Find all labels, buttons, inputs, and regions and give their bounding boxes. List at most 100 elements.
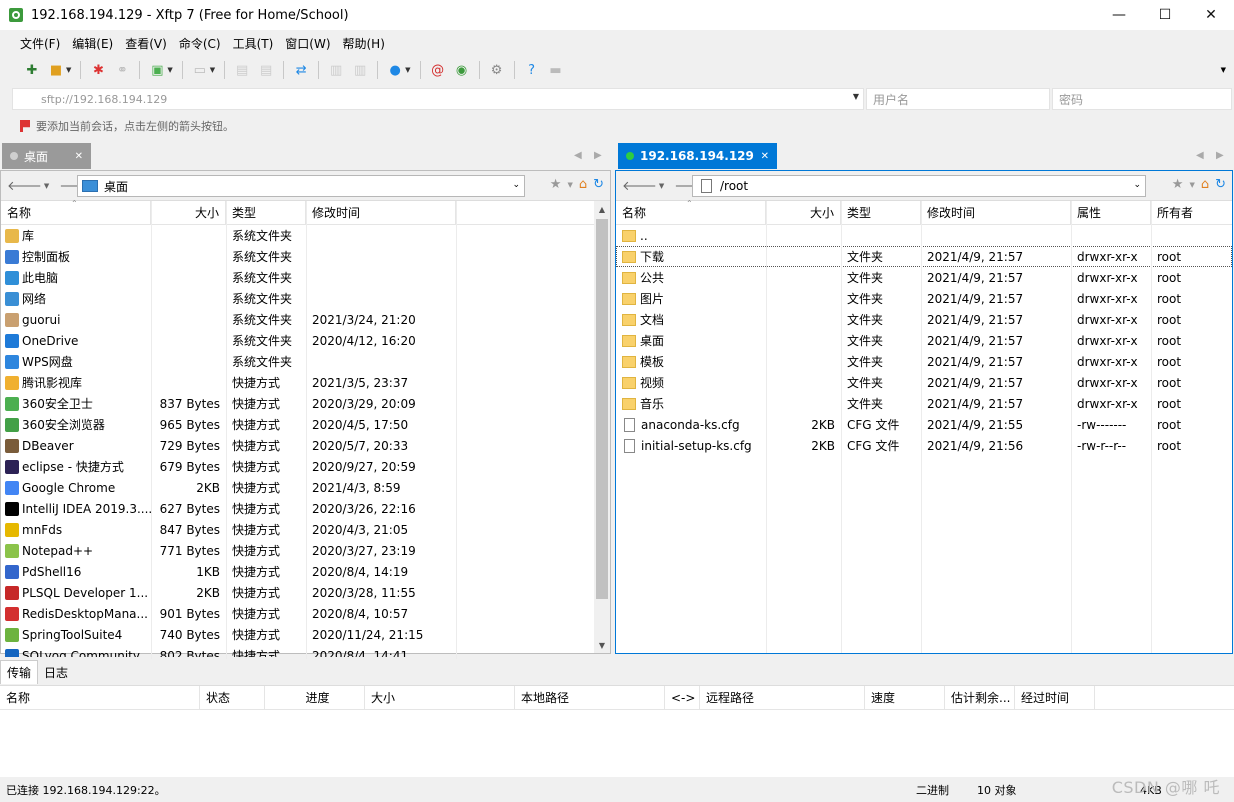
transfer-column-speed[interactable]: 速度	[865, 685, 945, 710]
host-address-input[interactable]: sftp://192.168.194.129 ▼	[12, 88, 864, 110]
table-row[interactable]: 文档 文件夹 2021/4/9, 21:57 drwxr-xr-x root	[616, 309, 1232, 330]
table-row[interactable]: 视频 文件夹 2021/4/9, 21:57 drwxr-xr-x root	[616, 372, 1232, 393]
tab-scroll-left-icon[interactable]: ◀	[574, 150, 582, 161]
menu-window[interactable]: 窗口(W)	[279, 35, 336, 52]
local-scrollbar[interactable]: ▲ ▼	[594, 201, 610, 653]
table-row[interactable]: anaconda-ks.cfg 2KB CFG 文件 2021/4/9, 21:55 -…	[616, 414, 1232, 435]
menu-file[interactable]: 文件(F)	[14, 35, 66, 52]
column-modified[interactable]: 修改时间	[921, 200, 1071, 225]
copy-icon[interactable]: ▥	[327, 61, 345, 79]
table-row[interactable]: 桌面 文件夹 2021/4/9, 21:57 drwxr-xr-x root	[616, 330, 1232, 351]
properties-icon[interactable]: ▤	[233, 61, 251, 79]
back-icon[interactable]: 🡐	[7, 178, 42, 194]
column-size[interactable]: 大小	[151, 200, 226, 225]
view-icon[interactable]: ▤	[257, 61, 275, 79]
transfer-column-status[interactable]: 状态	[200, 685, 265, 710]
chevron-down-icon[interactable]: ⌄	[1133, 180, 1141, 190]
chevron-down-icon[interactable]: ▼	[1189, 181, 1194, 192]
cell-modified: 2020/8/4, 10:57	[312, 606, 409, 621]
file-name: initial-setup-ks.cfg	[641, 438, 752, 453]
close-tab-icon[interactable]: ✕	[75, 151, 83, 162]
transfer-mode[interactable]: 二进制	[916, 782, 949, 798]
maximize-button[interactable]: ☐	[1142, 0, 1188, 30]
column-name[interactable]: 名称 ⌃	[616, 199, 766, 225]
new-session-icon[interactable]: ✚	[23, 61, 41, 79]
local-path-value: 桌面	[104, 179, 129, 194]
table-row[interactable]: 模板 文件夹 2021/4/9, 21:57 drwxr-xr-x root	[616, 351, 1232, 372]
menu-command[interactable]: 命令(C)	[173, 35, 227, 52]
settings-icon[interactable]: ⚙	[488, 61, 506, 79]
chat-icon[interactable]: ▬	[547, 61, 565, 79]
column-type[interactable]: 类型	[226, 200, 306, 225]
table-row[interactable]: ..	[616, 225, 1232, 246]
cell-type: 系统文件夹	[232, 250, 293, 264]
table-row[interactable]: initial-setup-ks.cfg 2KB CFG 文件 2021/4/9, 2…	[616, 435, 1232, 456]
back-icon[interactable]: 🡐	[622, 178, 657, 194]
scroll-down-icon[interactable]: ▼	[594, 637, 610, 653]
cell-name: 360安全卫士	[1, 393, 151, 414]
transfer-column-name[interactable]: 名称	[0, 685, 200, 710]
transfer-column-local-path[interactable]: 本地路径	[515, 685, 665, 710]
column-modified[interactable]: 修改时间	[306, 200, 456, 225]
new-file-icon[interactable]: ▣	[148, 61, 166, 79]
bookmark-arrow-icon[interactable]	[20, 120, 30, 132]
column-owner[interactable]: 所有者	[1151, 201, 1231, 225]
chevron-down-icon[interactable]: ▼	[853, 92, 859, 101]
transfer-column-size[interactable]: 大小	[365, 685, 515, 710]
column-name[interactable]: 名称 ⌃	[1, 199, 151, 225]
favorite-star-icon[interactable]: ★	[1172, 177, 1184, 192]
menu-edit[interactable]: 编辑(E)	[66, 35, 119, 52]
table-row[interactable]: 公共 文件夹 2021/4/9, 21:57 drwxr-xr-x root	[616, 267, 1232, 288]
paste-icon[interactable]: ▥	[351, 61, 369, 79]
open-folder-icon[interactable]: ■	[47, 61, 65, 79]
scroll-thumb[interactable]	[596, 219, 608, 599]
column-type[interactable]: 类型	[841, 200, 921, 225]
close-button[interactable]: ✕	[1188, 0, 1234, 30]
transfer-column-eta[interactable]: 估计剩余...	[945, 685, 1015, 710]
xftp-icon[interactable]: ◉	[453, 61, 471, 79]
transfer-icon[interactable]: ▭	[191, 61, 209, 79]
refresh-icon[interactable]: ↻	[593, 177, 604, 192]
favorite-star-icon[interactable]: ★	[550, 177, 562, 192]
xshell-icon[interactable]: @	[429, 61, 447, 79]
menu-tools[interactable]: 工具(T)	[227, 35, 280, 52]
home-icon[interactable]: ⌂	[579, 177, 587, 192]
transfer-column-direction[interactable]: <->	[665, 685, 700, 710]
password-input[interactable]: 密码	[1052, 88, 1232, 110]
transfer-column-elapsed[interactable]: 经过时间	[1015, 685, 1095, 710]
chevron-down-icon[interactable]: ⌄	[512, 180, 520, 190]
table-row[interactable]: 音乐 文件夹 2021/4/9, 21:57 drwxr-xr-x root	[616, 393, 1232, 414]
menu-bar: 文件(F) 编辑(E) 查看(V) 命令(C) 工具(T) 窗口(W) 帮助(H…	[0, 30, 1234, 56]
home-icon[interactable]: ⌂	[1201, 177, 1209, 192]
remote-path-input[interactable]: /root ⌄	[692, 175, 1146, 197]
transfer-column-remote-path[interactable]: 远程路径	[700, 685, 865, 710]
tab-log[interactable]: 日志	[38, 660, 74, 684]
sync-icon[interactable]: ⇄	[292, 61, 310, 79]
chevron-down-icon[interactable]: ▼	[567, 181, 572, 192]
tab-scroll-right-icon[interactable]: ▶	[594, 150, 602, 161]
tab-scroll-right-icon[interactable]: ▶	[1216, 150, 1224, 161]
refresh-icon[interactable]: ↻	[1215, 177, 1226, 192]
table-row[interactable]: 图片 文件夹 2021/4/9, 21:57 drwxr-xr-x root	[616, 288, 1232, 309]
cell-modified: 2021/3/5, 23:37	[312, 375, 409, 390]
username-input[interactable]: 用户名	[866, 88, 1050, 110]
close-tab-icon[interactable]: ✕	[761, 151, 769, 162]
scroll-up-icon[interactable]: ▲	[594, 201, 610, 217]
disconnect-icon[interactable]: ✱	[89, 61, 107, 79]
column-attributes[interactable]: 属性	[1071, 200, 1151, 225]
menu-view[interactable]: 查看(V)	[119, 35, 173, 52]
table-row[interactable]: 下载 文件夹 2021/4/9, 21:57 drwxr-xr-x root	[616, 246, 1232, 267]
help-icon[interactable]: ?	[523, 61, 541, 79]
minimize-button[interactable]: —	[1096, 0, 1142, 30]
transfer-column-progress[interactable]: 进度	[265, 685, 365, 710]
local-path-input[interactable]: 桌面 ⌄	[77, 175, 525, 197]
menu-help[interactable]: 帮助(H)	[337, 35, 391, 52]
tab-remote-session[interactable]: 192.168.194.129 ✕	[618, 143, 777, 169]
tab-scroll-left-icon[interactable]: ◀	[1196, 150, 1204, 161]
tab-transfer[interactable]: 传输	[0, 660, 39, 684]
tab-desktop[interactable]: 桌面 ✕	[2, 143, 91, 169]
reconnect-icon[interactable]: ⚭	[113, 61, 131, 79]
column-size[interactable]: 大小	[766, 200, 841, 225]
globe-icon[interactable]: ●	[386, 61, 404, 79]
toolbar-overflow-icon[interactable]: ▼	[1221, 66, 1226, 74]
